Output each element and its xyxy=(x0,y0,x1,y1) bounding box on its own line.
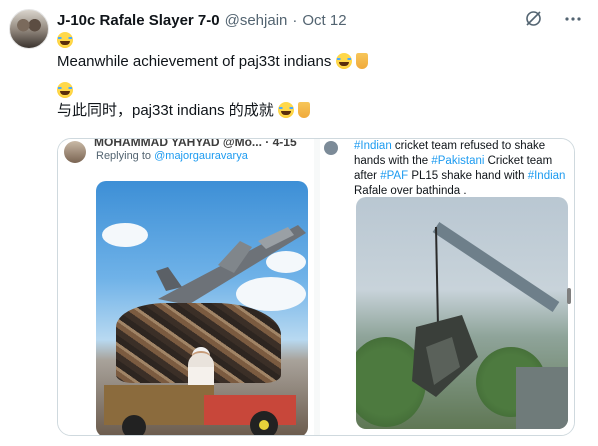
quoted-author: MOHAMMAD YAHYAD @Mo... · 4-15 xyxy=(94,138,297,149)
author-handle[interactable]: @sehjain xyxy=(225,12,288,29)
replying-mention: @majorgauravarya xyxy=(154,150,248,162)
separator-dot: · xyxy=(292,11,298,29)
more-icon[interactable] xyxy=(564,16,582,22)
tweet-date[interactable]: Oct 12 xyxy=(302,12,346,29)
quoted-avatar xyxy=(64,141,86,163)
media-left[interactable]: MOHAMMAD YAHYAD @Mo... · 4-15 Replying t… xyxy=(58,138,314,435)
hashtag-link[interactable]: #PAF xyxy=(380,170,408,182)
quoted-avatar-right xyxy=(324,141,338,155)
tears-of-joy-emoji xyxy=(335,53,352,69)
crane-graphic xyxy=(412,222,568,429)
tears-of-joy-emoji xyxy=(57,82,73,98)
grok-icon[interactable] xyxy=(525,10,542,27)
tweet-text-line-2: Meanwhile achievement of paj33t indians xyxy=(57,52,368,72)
quoted-text-segment: Rafale over bathinda . xyxy=(354,185,467,197)
tweet-header: J-10c Rafale Slayer 7-0 @sehjain · Oct 1… xyxy=(57,10,582,30)
media-card[interactable]: MOHAMMAD YAHYAD @Mo... · 4-15 Replying t… xyxy=(57,138,575,436)
hashtag-link[interactable]: #Indian xyxy=(354,140,392,152)
crane-wreckage-image xyxy=(356,197,568,429)
tears-of-joy-emoji xyxy=(277,102,294,118)
pointing-down-emoji xyxy=(298,102,311,118)
quoted-text-segment: PL15 shake hand with xyxy=(408,170,528,182)
tweet-text-line-3 xyxy=(57,81,73,101)
tweet[interactable]: J-10c Rafale Slayer 7-0 @sehjain · Oct 1… xyxy=(0,0,598,446)
replying-to: Replying to @majorgauravarya xyxy=(96,150,248,162)
pointing-down-emoji xyxy=(355,53,368,69)
tweet-text-line-4: 与此同时，paj33t indians 的成就 xyxy=(57,101,311,121)
hashtag-link[interactable]: #Pakistani xyxy=(431,155,484,167)
fighter-jet-graphic xyxy=(156,225,306,305)
tears-of-joy-emoji xyxy=(57,32,73,48)
quoted-post-text: #Indian cricket team refused to shake ha… xyxy=(354,139,574,199)
header-actions xyxy=(525,10,582,27)
jet-on-tractor-image xyxy=(96,181,308,435)
tweet-text-english: Meanwhile achievement of paj33t indians xyxy=(57,53,332,70)
replying-prefix: Replying to xyxy=(96,150,152,162)
media-scrollbar[interactable] xyxy=(567,288,571,304)
hashtag-link[interactable]: #Indian xyxy=(528,170,566,182)
tweet-text-line-1 xyxy=(57,31,73,51)
avatar[interactable] xyxy=(9,9,49,49)
tweet-text-chinese: 与此同时，paj33t indians 的成就 xyxy=(57,102,274,119)
media-right[interactable]: #Indian cricket team refused to shake ha… xyxy=(320,139,574,435)
author-name[interactable]: J-10c Rafale Slayer 7-0 xyxy=(57,12,220,29)
tractor-graphic xyxy=(104,385,296,435)
